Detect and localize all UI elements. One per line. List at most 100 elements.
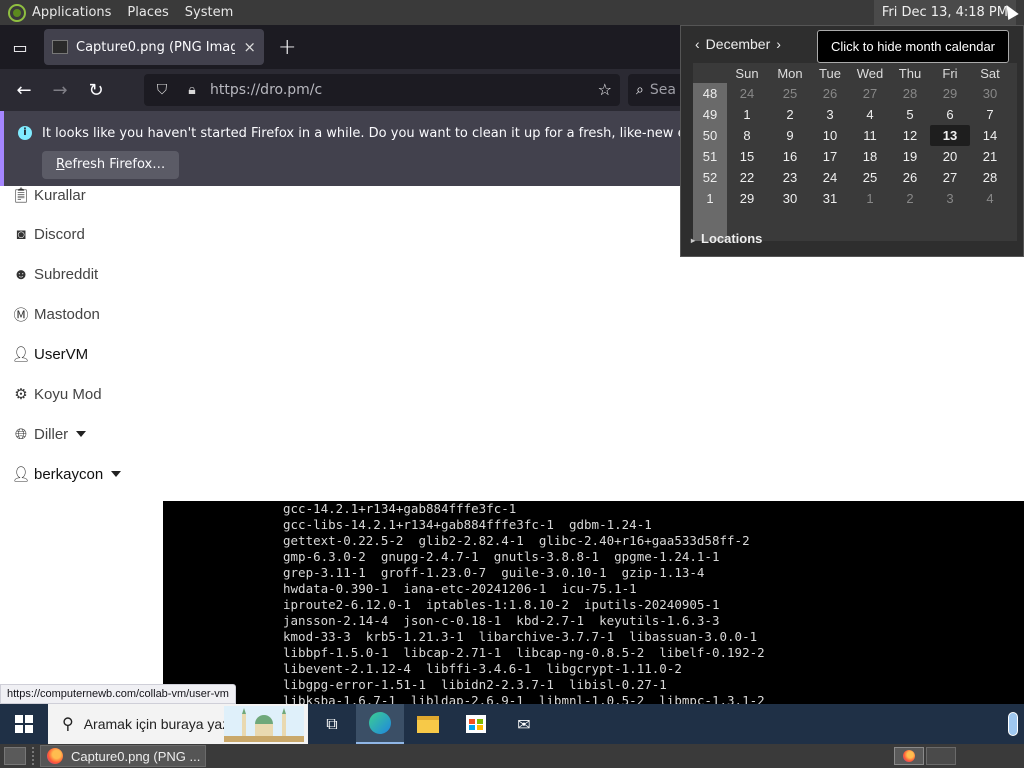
workspace-2-button[interactable]: [926, 747, 956, 765]
weekday-header: Wed: [856, 66, 884, 81]
menu-places[interactable]: Places: [127, 5, 168, 20]
search-icon: ⌕: [636, 82, 644, 98]
calendar-day[interactable]: 14: [970, 125, 1010, 146]
tab-close-icon[interactable]: ×: [243, 38, 256, 56]
calendar-day[interactable]: 19: [890, 146, 930, 167]
calendar-day[interactable]: 2: [890, 188, 930, 209]
calendar-day[interactable]: 31: [810, 188, 850, 209]
search-highlight-mosque-icon: [224, 706, 304, 742]
vm-screen[interactable]: gcc-14.2.1+r134+gab884fffe3fc-1 gcc-libs…: [163, 501, 1024, 704]
task-view-icon[interactable]: ⧉: [308, 704, 356, 744]
show-desktop-icon[interactable]: [4, 747, 26, 765]
sidebar-item-uservm[interactable]: 👤︎ UserVM: [11, 342, 88, 366]
reload-icon[interactable]: ↻: [78, 74, 114, 106]
sidebar-item-koyu-mod[interactable]: ⚙ Koyu Mod: [12, 382, 101, 406]
calendar-day[interactable]: 5: [890, 104, 930, 125]
tab-list-icon[interactable]: ▭: [2, 29, 38, 65]
calendar-day[interactable]: 29: [930, 83, 970, 104]
calendar-day[interactable]: 26: [810, 83, 850, 104]
calendar-day[interactable]: 23: [770, 167, 810, 188]
search-icon: ⚲: [62, 716, 74, 733]
calendar-day[interactable]: 16: [770, 146, 810, 167]
calendar-day[interactable]: 24: [810, 167, 850, 188]
calendar-day[interactable]: 28: [970, 167, 1010, 188]
calendar-day[interactable]: 30: [970, 83, 1010, 104]
calendar-day[interactable]: 28: [890, 83, 930, 104]
calendar-day[interactable]: 30: [770, 188, 810, 209]
calendar-day[interactable]: 11: [850, 125, 890, 146]
file-explorer-icon[interactable]: [404, 704, 452, 744]
weekday-header: Tue: [819, 66, 841, 81]
sidebar-item-diller[interactable]: 🌐︎ Diller: [12, 422, 87, 446]
calendar-day[interactable]: 8: [727, 125, 767, 146]
calendar-day[interactable]: 18: [850, 146, 890, 167]
sidebar-item-account[interactable]: 👤︎ berkaycon: [11, 462, 122, 486]
workspace-1-button[interactable]: [894, 747, 924, 765]
new-tab-button[interactable]: +: [278, 35, 296, 60]
next-month-icon[interactable]: ›: [776, 36, 781, 52]
calendar-day[interactable]: 22: [727, 167, 767, 188]
calendar-day[interactable]: 21: [970, 146, 1010, 167]
edge-browser-icon[interactable]: [356, 704, 404, 744]
terminal-line: jansson-2.14-4 json-c-0.18-1 kbd-2.7-1 k…: [283, 613, 720, 628]
user-icon: 👤︎: [11, 466, 31, 483]
calendar-day[interactable]: 3: [810, 104, 850, 125]
calendar-day[interactable]: 25: [770, 83, 810, 104]
calendar-day[interactable]: 4: [970, 188, 1010, 209]
calendar-day[interactable]: 15: [727, 146, 767, 167]
bookmark-star-icon[interactable]: ☆: [598, 80, 612, 99]
panel-clock[interactable]: Fri Dec 13, 4:18 PM: [873, 0, 1016, 25]
mail-icon[interactable]: ✉: [500, 704, 548, 744]
calendar-day[interactable]: 24: [727, 83, 767, 104]
tracking-shield-icon[interactable]: ⛉: [150, 82, 174, 98]
week-number: 48: [702, 86, 718, 101]
calendar-day[interactable]: 10: [810, 125, 850, 146]
menu-applications[interactable]: Applications: [32, 5, 111, 20]
windows-start-button[interactable]: [0, 704, 48, 744]
terminal-line: libgpg-error-1.51-1 libidn2-2.3.7-1 libi…: [283, 677, 667, 692]
calendar-day-today[interactable]: 13: [930, 125, 970, 146]
calendar-day[interactable]: 6: [930, 104, 970, 125]
calendar-day[interactable]: 27: [850, 83, 890, 104]
calendar-day[interactable]: 2: [770, 104, 810, 125]
calendar-day[interactable]: 25: [850, 167, 890, 188]
search-placeholder: Sea: [649, 82, 676, 98]
prev-month-icon[interactable]: ‹: [695, 36, 700, 52]
locations-expander[interactable]: ▸ Locations: [691, 231, 762, 246]
calendar-day[interactable]: 3: [930, 188, 970, 209]
sidebar-item-discord[interactable]: ◙ Discord: [12, 222, 84, 246]
url-text[interactable]: https://dro.pm/c: [210, 82, 322, 98]
calendar-day[interactable]: 1: [850, 188, 890, 209]
terminal-line: iproute2-6.12.0-1 iptables-1:1.8.10-2 ip…: [283, 597, 720, 612]
calendar-day[interactable]: 17: [810, 146, 850, 167]
search-input[interactable]: ⌕ Sea: [628, 74, 688, 106]
url-bar[interactable]: ⛉ 🔒︎ https://dro.pm/c ☆: [144, 74, 620, 106]
calendar-month-label: December: [705, 36, 771, 52]
thermometer-icon[interactable]: [1008, 712, 1018, 736]
microsoft-store-icon[interactable]: [452, 704, 500, 744]
sidebar-item-mastodon[interactable]: Ⓜ Mastodon: [12, 302, 100, 326]
calendar-day[interactable]: 27: [930, 167, 970, 188]
calendar-day[interactable]: 29: [727, 188, 767, 209]
sidebar-item-subreddit[interactable]: ☻ Subreddit: [12, 262, 98, 286]
windows-search-box[interactable]: ⚲ Aramak için buraya yazın: [48, 704, 308, 744]
calendar-day[interactable]: 4: [850, 104, 890, 125]
calendar-day[interactable]: 12: [890, 125, 930, 146]
sidebar-item-label: Mastodon: [34, 305, 100, 323]
calendar-day[interactable]: 7: [970, 104, 1010, 125]
terminal-line: hwdata-0.390-1 iana-etc-20241206-1 icu-7…: [283, 581, 637, 596]
calendar-day[interactable]: 1: [727, 104, 767, 125]
browser-tab[interactable]: Capture0.png (PNG Image, ×: [44, 29, 264, 65]
menu-system[interactable]: System: [185, 5, 233, 20]
calendar-day[interactable]: 26: [890, 167, 930, 188]
calendar-day[interactable]: 20: [930, 146, 970, 167]
refresh-firefox-button[interactable]: Refresh Firefox…: [42, 151, 180, 179]
weekday-header: Sat: [980, 66, 1000, 81]
taskbar-window-button[interactable]: Capture0.png (PNG ...: [40, 745, 206, 767]
lock-icon[interactable]: 🔒︎: [180, 82, 204, 98]
sidebar-item-kurallar[interactable]: 📋︎ Kurallar: [11, 186, 85, 207]
forward-icon[interactable]: →: [42, 74, 78, 106]
distro-logo-icon[interactable]: [8, 3, 26, 22]
calendar-day[interactable]: 9: [770, 125, 810, 146]
back-icon[interactable]: ←: [6, 74, 42, 106]
